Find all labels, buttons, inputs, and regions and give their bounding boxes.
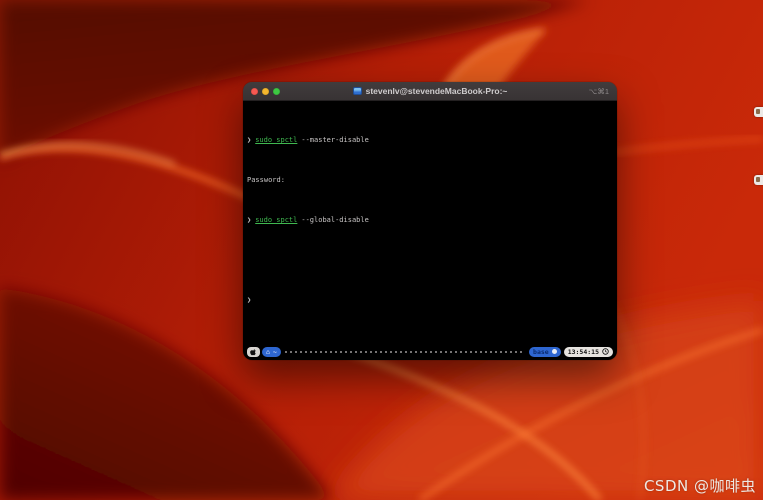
conda-env-name: base <box>533 347 549 357</box>
os-segment <box>247 347 260 357</box>
window-shortcut-badge: ⌥⌘1 <box>589 82 609 100</box>
proxy-icon <box>353 87 362 95</box>
blank-line <box>247 255 613 265</box>
command-line: ❯ sudo spctl --master-disable <box>247 135 613 145</box>
traffic-lights <box>251 82 280 100</box>
terminal-content[interactable]: ❯ sudo spctl --master-disable Password: ❯ s… <box>243 101 617 360</box>
edge-tag <box>754 175 763 185</box>
command-args: --master-disable <box>301 135 368 145</box>
minimize-button[interactable] <box>262 88 269 95</box>
powerline-bar: ⌂ ~ base 13:54:15 <box>247 346 613 357</box>
current-directory: ~ <box>273 347 277 357</box>
zoom-button[interactable] <box>273 88 280 95</box>
command-line: ❯ sudo spctl --global-disable <box>247 215 613 225</box>
prompt-time: 13:54:15 <box>568 347 599 357</box>
command-text: sudo spctl <box>255 135 297 145</box>
home-icon: ⌂ <box>266 347 270 357</box>
command-args: --global-disable <box>301 215 368 225</box>
prompt-char: ❯ <box>247 215 251 225</box>
snake-icon <box>552 349 557 354</box>
password-prompt-text: Password: <box>247 175 285 185</box>
powerline-dots <box>285 351 525 353</box>
prompt-char: ❯ <box>247 135 251 145</box>
command-text: sudo spctl <box>255 215 297 225</box>
terminal-window: stevenlv@stevendeMacBook-Pro:~ ⌥⌘1 ❯ sudo… <box>243 82 617 360</box>
title-bar[interactable]: stevenlv@stevendeMacBook-Pro:~ ⌥⌘1 <box>243 82 617 101</box>
prompt-char: ❯ <box>247 295 251 305</box>
clock-icon <box>602 348 609 355</box>
edge-tag <box>754 107 763 117</box>
window-title-group: stevenlv@stevendeMacBook-Pro:~ <box>353 86 508 96</box>
time-segment: 13:54:15 <box>564 347 613 357</box>
output-line: Password: <box>247 175 613 185</box>
close-button[interactable] <box>251 88 258 95</box>
csdn-watermark: CSDN @咖啡虫 <box>644 475 756 496</box>
directory-segment: ⌂ ~ <box>262 347 281 357</box>
window-title: stevenlv@stevendeMacBook-Pro:~ <box>366 86 508 96</box>
apple-icon <box>250 348 257 356</box>
conda-env-segment: base <box>529 347 561 357</box>
lone-prompt-line: ❯ <box>247 295 613 305</box>
